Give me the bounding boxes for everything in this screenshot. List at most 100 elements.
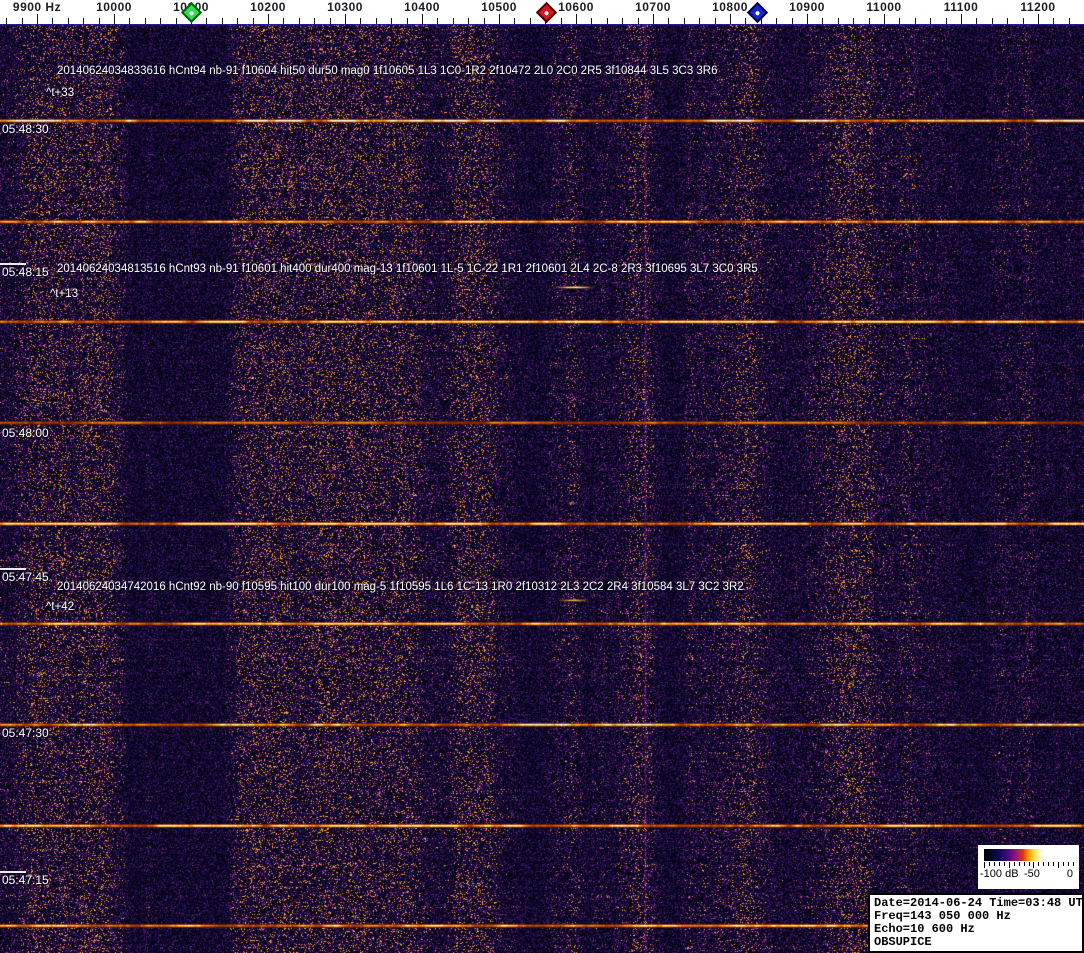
ruler-tick: [437, 18, 439, 24]
ruler-label: 10000: [96, 0, 132, 14]
ruler-tick: [1038, 14, 1039, 24]
ruler-tick: [360, 18, 362, 24]
ruler-tick: [1022, 18, 1024, 24]
ruler-tick: [637, 18, 639, 24]
time-offset-label: ^t+42: [46, 601, 75, 613]
color-scale-tick: [1013, 862, 1015, 866]
ruler-tick: [791, 18, 793, 24]
ruler-tick: [83, 18, 85, 24]
ruler-tick: [807, 14, 808, 24]
detection-annotation: 20140624034742016 hCnt92 nb-90 f10595 hi…: [57, 581, 744, 593]
freq-marker-blue[interactable]: [746, 1, 768, 24]
ruler-tick: [514, 18, 516, 24]
ruler-tick: [730, 14, 731, 24]
ruler-label: 11100: [943, 0, 979, 14]
ruler-tick: [114, 14, 115, 24]
ruler-tick: [1053, 18, 1055, 24]
ruler-label: 10900: [789, 0, 825, 14]
ruler-tick: [745, 18, 747, 24]
ruler-tick: [37, 14, 38, 24]
ruler-label: 10800: [712, 0, 748, 14]
ruler-label: 10600: [558, 0, 594, 14]
time-axis-label: 05:48:00: [2, 426, 49, 440]
scale-label-mid: -50: [1024, 868, 1040, 880]
ruler-tick: [483, 18, 485, 24]
ruler-tick: [853, 18, 855, 24]
detection-annotation: 20140624034833616 hCnt94 nb-91 f10604 hi…: [57, 65, 718, 77]
ruler-tick: [452, 18, 454, 24]
ruler-tick: [683, 18, 685, 24]
ruler-tick: [268, 14, 269, 24]
color-scale-tick: [1063, 862, 1064, 866]
ruler-tick: [206, 18, 208, 24]
ruler-label: 10700: [635, 0, 671, 14]
db-color-scale: -100 dB -50 0: [978, 845, 1079, 889]
color-scale-tick: [1048, 862, 1050, 866]
ruler-tick: [714, 18, 716, 24]
ruler-tick: [21, 18, 23, 24]
ruler-tick: [221, 18, 223, 24]
ruler-tick: [914, 18, 916, 24]
color-scale-tick: [1018, 862, 1020, 866]
ruler-label: 10200: [250, 0, 286, 14]
ruler-tick: [406, 18, 408, 24]
ruler-tick: [529, 18, 531, 24]
time-offset-label: ^t+33: [46, 87, 75, 99]
ruler-tick: [314, 18, 316, 24]
scale-label-min: -100 dB: [980, 868, 1019, 880]
ruler-tick: [422, 14, 423, 24]
color-scale-labels: -100 dB -50 0: [978, 868, 1079, 886]
ruler-tick: [52, 18, 54, 24]
ruler-tick: [144, 18, 146, 24]
radio-meteor-spectrogram-app: 9900 Hz100001010010200103001040010500106…: [0, 0, 1084, 953]
ruler-tick: [961, 14, 962, 24]
color-scale-tick: [1072, 862, 1074, 866]
ruler-tick: [976, 18, 978, 24]
ruler-tick: [606, 18, 608, 24]
ruler-tick: [375, 18, 377, 24]
time-axis-label: 05:48:15: [2, 265, 49, 279]
ruler-label: 9900 Hz: [12, 0, 62, 14]
ruler-tick: [899, 18, 901, 24]
ruler-label: 10500: [481, 0, 517, 14]
color-scale-tick: [988, 862, 990, 866]
ruler-tick: [129, 18, 131, 24]
ruler-tick: [468, 18, 470, 24]
ruler-tick: [252, 18, 254, 24]
color-scale-tick: [1038, 862, 1040, 866]
color-scale-tick: [1068, 862, 1069, 866]
color-scale-tick: [998, 862, 1000, 866]
time-axis-label: 05:47:30: [2, 726, 49, 740]
time-offset-label: ^t+13: [50, 288, 79, 300]
ruler-tick: [884, 14, 885, 24]
ruler-tick: [991, 18, 993, 24]
spectrogram-canvas: [0, 24, 1084, 953]
ruler-tick: [868, 18, 870, 24]
scale-label-max: 0: [1066, 868, 1073, 880]
freq-marker-red[interactable]: [535, 1, 557, 24]
observation-info-box: Date=2014-06-24 Time=03:48 UTC Freq=143 …: [868, 893, 1084, 953]
ruler-tick: [622, 18, 624, 24]
info-station: OBSUPICE: [874, 935, 932, 949]
color-scale-tick: [1043, 862, 1045, 866]
ruler-label: 11200: [1020, 0, 1056, 14]
ruler-tick: [391, 18, 393, 24]
ruler-tick: [345, 14, 346, 24]
frequency-ruler: 9900 Hz100001010010200103001040010500106…: [0, 0, 1084, 24]
ruler-tick: [98, 18, 100, 24]
ruler-tick: [1068, 18, 1070, 24]
time-axis-label: 05:47:45: [2, 570, 49, 584]
ruler-label: 10400: [404, 0, 440, 14]
ruler-tick: [160, 18, 162, 24]
time-axis-tick: [0, 871, 26, 873]
ruler-tick: [329, 18, 331, 24]
ruler-tick: [591, 18, 593, 24]
time-axis-label: 05:47:15: [2, 873, 49, 887]
ruler-tick: [1007, 18, 1009, 24]
color-gradient-bar: [984, 849, 1073, 861]
color-scale-tick: [1003, 862, 1005, 866]
ruler-tick: [175, 18, 177, 24]
color-scale-tick: [1053, 862, 1055, 866]
color-scale-tick: [993, 862, 995, 866]
detection-annotation: 20140624034813516 hCnt93 nb-91 f10601 hi…: [57, 263, 758, 275]
